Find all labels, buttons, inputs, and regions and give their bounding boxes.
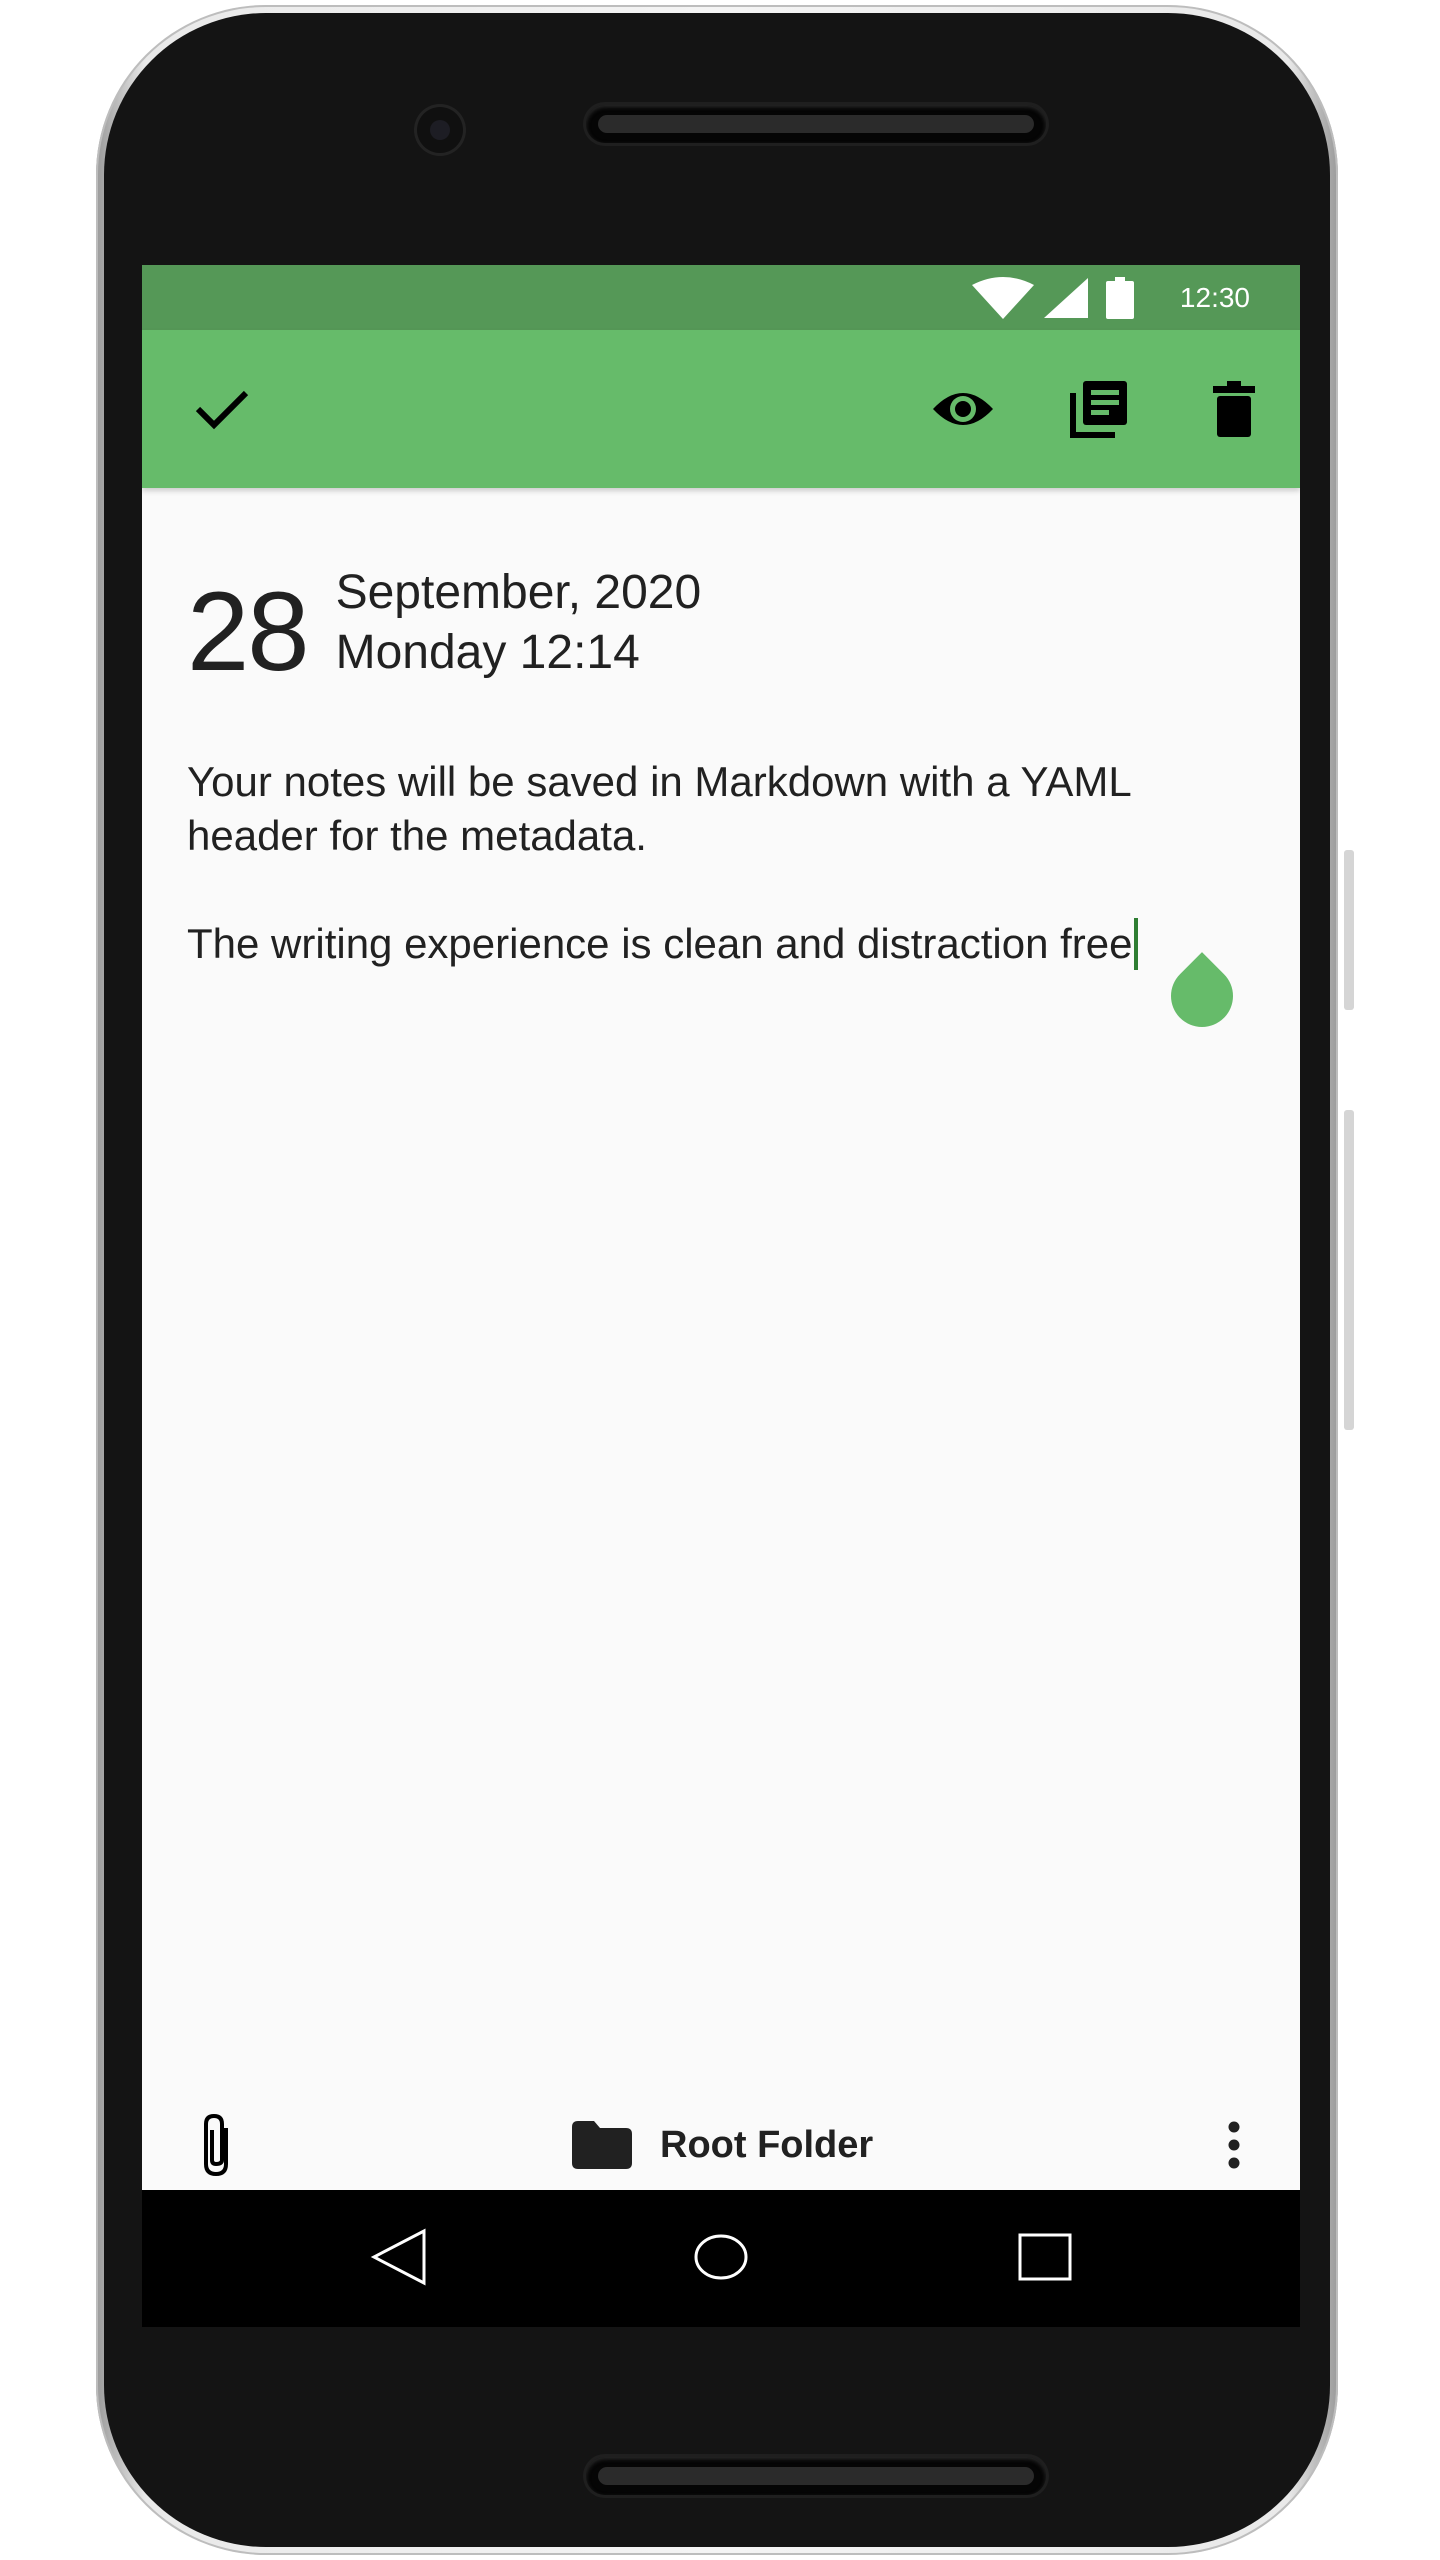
attach-button[interactable] <box>184 2110 254 2180</box>
battery-icon <box>1105 276 1134 319</box>
save-button[interactable] <box>187 374 257 444</box>
back-button[interactable] <box>364 2222 434 2292</box>
date-month-year: September, 2020 <box>335 566 702 619</box>
status-bar: 12:30 <box>142 265 1300 330</box>
power-button <box>1344 1110 1354 1430</box>
more-vertical-icon <box>1228 2121 1240 2169</box>
toolbar <box>142 330 1300 488</box>
volume-button <box>1344 850 1354 1010</box>
paperclip-icon <box>202 2112 236 2178</box>
check-icon <box>194 387 250 431</box>
app-screen: 12:30 28 September, 2020 Monday 12:14 Yo… <box>142 265 1300 2327</box>
folder-selector[interactable]: Root Folder <box>572 2121 873 2169</box>
folder-label: Root Folder <box>660 2123 874 2166</box>
folder-icon <box>572 2121 632 2169</box>
home-button[interactable] <box>686 2222 756 2292</box>
more-options-button[interactable] <box>1199 2110 1269 2180</box>
recents-button[interactable] <box>1010 2222 1080 2292</box>
delete-button[interactable] <box>1199 374 1269 444</box>
front-camera <box>417 107 463 153</box>
home-icon <box>693 2233 749 2281</box>
eye-icon <box>931 387 995 431</box>
bottom-speaker <box>586 2457 1046 2495</box>
text-cursor <box>1133 918 1138 970</box>
note-date: 28 September, 2020 Monday 12:14 <box>187 563 701 688</box>
templates-button[interactable] <box>1064 374 1134 444</box>
recents-icon <box>1018 2233 1072 2281</box>
navigation-bar <box>142 2190 1300 2327</box>
date-day: 28 <box>187 569 310 694</box>
preview-button[interactable] <box>928 374 998 444</box>
back-icon <box>370 2228 428 2286</box>
signal-icon <box>1043 277 1088 318</box>
status-time: 12:30 <box>1179 281 1250 313</box>
library-books-icon <box>1069 379 1129 439</box>
note-paragraph[interactable]: Your notes will be saved in Markdown wit… <box>187 755 1257 863</box>
wifi-icon <box>971 276 1034 319</box>
note-paragraph[interactable]: The writing experience is clean and dist… <box>187 920 1133 967</box>
delete-icon <box>1213 381 1255 437</box>
top-speaker <box>586 105 1046 143</box>
note-editor[interactable]: Your notes will be saved in Markdown wit… <box>187 755 1257 971</box>
date-weekday-time: Monday 12:14 <box>335 626 640 679</box>
